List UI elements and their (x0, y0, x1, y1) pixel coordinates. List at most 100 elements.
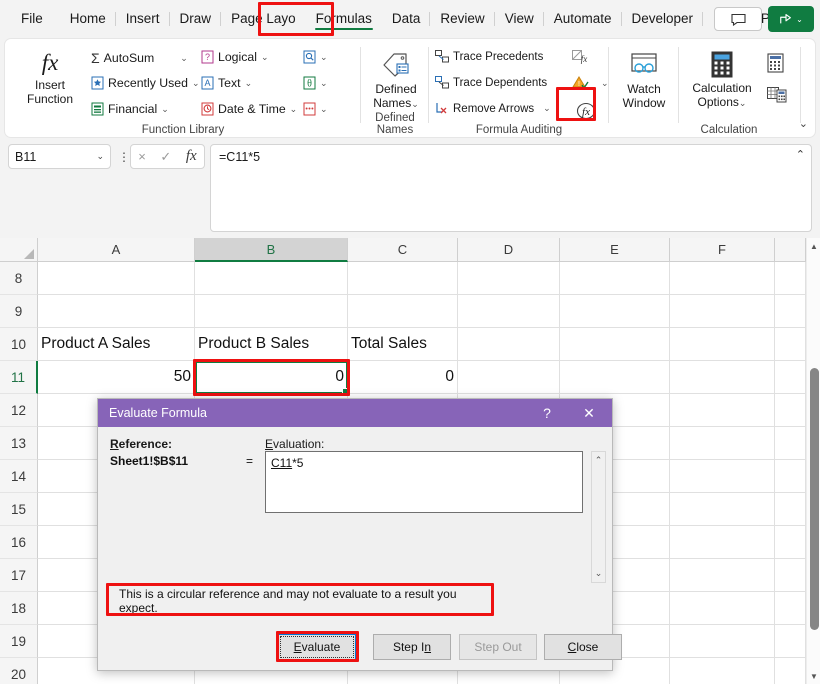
cell-D8[interactable] (458, 262, 560, 295)
cell-C8[interactable] (348, 262, 458, 295)
insert-function-icon[interactable]: fx (186, 148, 197, 165)
cell-A10[interactable]: Product A Sales (38, 328, 195, 361)
cell-F14[interactable] (670, 460, 775, 493)
cell-F15[interactable] (670, 493, 775, 526)
tab-view[interactable]: View (493, 6, 543, 32)
column-header-c[interactable]: C (348, 238, 458, 262)
cell-undefined17[interactable] (775, 559, 806, 592)
cell-undefined10[interactable] (775, 328, 806, 361)
tab-data[interactable]: Data (383, 6, 430, 32)
tab-draw[interactable]: Draw (168, 6, 221, 32)
cancel-icon[interactable]: × (138, 149, 146, 164)
show-formulas-button[interactable]: fx (572, 50, 589, 65)
tab-insert[interactable]: Insert (114, 6, 169, 32)
cell-undefined15[interactable] (775, 493, 806, 526)
name-box[interactable]: B11 ⌄ (8, 144, 111, 169)
more-functions-button[interactable]: ⌄ (303, 102, 328, 116)
cell-undefined20[interactable] (775, 658, 806, 684)
dialog-scroll-up-icon[interactable]: ⌃ (592, 453, 605, 468)
select-all-button[interactable] (0, 238, 38, 262)
tab-developer[interactable]: Developer (620, 6, 703, 32)
tab-automate[interactable]: Automate (542, 6, 621, 32)
vertical-scrollbar[interactable]: ▲ ▼ (806, 238, 820, 684)
cell-F10[interactable] (670, 328, 775, 361)
share-button[interactable]: ⌄ (768, 6, 814, 32)
cell-undefined13[interactable] (775, 427, 806, 460)
cell-undefined12[interactable] (775, 394, 806, 427)
cell-C11[interactable]: 0 (348, 361, 458, 394)
error-checking-button[interactable]: ! ⌄ (572, 76, 609, 91)
recently-used-button[interactable]: Recently Used ⌄ (91, 76, 200, 90)
column-header-b[interactable]: B (195, 238, 348, 262)
cell-F11[interactable] (670, 361, 775, 394)
scroll-up-arrow[interactable]: ▲ (807, 238, 820, 254)
dialog-scrollbar[interactable]: ⌃ ⌄ (591, 451, 606, 583)
cell-undefined14[interactable] (775, 460, 806, 493)
remove-arrows-button[interactable]: Remove Arrows ⌄ (435, 102, 551, 115)
row-header-15[interactable]: 15 (0, 493, 38, 526)
cell-C10[interactable]: Total Sales (348, 328, 458, 361)
trace-precedents-button[interactable]: Trace Precedents (435, 50, 543, 63)
collapse-ribbon-button[interactable]: ⌄ (799, 117, 808, 130)
cell-F9[interactable] (670, 295, 775, 328)
cell-E11[interactable] (560, 361, 670, 394)
defined-names-button[interactable]: Defined Names⌄ (363, 51, 429, 111)
comments-button[interactable] (714, 7, 762, 31)
cell-A9[interactable] (38, 295, 195, 328)
cell-F19[interactable] (670, 625, 775, 658)
row-header-12[interactable]: 12 (0, 394, 38, 427)
tab-file[interactable]: File (12, 6, 52, 32)
row-header-13[interactable]: 13 (0, 427, 38, 460)
row-header-9[interactable]: 9 (0, 295, 38, 328)
scrollbar-thumb[interactable] (810, 368, 819, 630)
cell-E9[interactable] (560, 295, 670, 328)
scroll-down-arrow[interactable]: ▼ (807, 668, 820, 684)
evaluation-box[interactable]: C11*5 (265, 451, 583, 513)
cell-D9[interactable] (458, 295, 560, 328)
cell-undefined8[interactable] (775, 262, 806, 295)
cell-B8[interactable] (195, 262, 348, 295)
column-header-f[interactable]: F (670, 238, 775, 262)
column-header-d[interactable]: D (458, 238, 560, 262)
cell-undefined16[interactable] (775, 526, 806, 559)
evaluate-button[interactable]: Evaluate (278, 634, 356, 660)
formula-input[interactable]: =C11*5 ⌃ (210, 144, 812, 232)
row-header-16[interactable]: 16 (0, 526, 38, 559)
row-header-18[interactable]: 18 (0, 592, 38, 625)
cell-D11[interactable] (458, 361, 560, 394)
dialog-close-button[interactable]: ✕ (572, 399, 606, 427)
cell-F17[interactable] (670, 559, 775, 592)
formula-bar-handle[interactable]: ⋮ (118, 150, 130, 164)
expand-formula-bar-icon[interactable]: ⌃ (796, 148, 805, 161)
cell-E10[interactable] (560, 328, 670, 361)
cell-A11[interactable]: 50 (38, 361, 195, 394)
row-header-8[interactable]: 8 (0, 262, 38, 295)
cell-D10[interactable] (458, 328, 560, 361)
cell-undefined19[interactable] (775, 625, 806, 658)
cell-F18[interactable] (670, 592, 775, 625)
math-trig-button[interactable]: θ ⌄ (303, 76, 328, 90)
tab-home[interactable]: Home (61, 6, 115, 32)
cell-undefined9[interactable] (775, 295, 806, 328)
calculation-options-button[interactable]: Calculation Options⌄ (683, 51, 761, 110)
lookup-reference-button[interactable]: ⌄ (303, 50, 328, 64)
enter-icon[interactable]: ✓ (160, 149, 171, 165)
row-header-20[interactable]: 20 (0, 658, 38, 684)
dialog-scroll-down-icon[interactable]: ⌄ (592, 566, 605, 581)
cell-undefined18[interactable] (775, 592, 806, 625)
cell-F8[interactable] (670, 262, 775, 295)
cell-F12[interactable] (670, 394, 775, 427)
column-header-g[interactable] (775, 238, 806, 262)
cell-F20[interactable] (670, 658, 775, 684)
calculate-sheet-button[interactable] (767, 85, 787, 103)
row-header-10[interactable]: 10 (0, 328, 38, 361)
tab-review[interactable]: Review (429, 6, 493, 32)
logical-button[interactable]: ? Logical ⌄ (201, 50, 269, 64)
cell-C9[interactable] (348, 295, 458, 328)
watch-window-button[interactable]: Watch Window (611, 53, 677, 110)
close-button[interactable]: Close (544, 634, 622, 660)
cell-F16[interactable] (670, 526, 775, 559)
step-in-button[interactable]: Step In (373, 634, 451, 660)
row-header-14[interactable]: 14 (0, 460, 38, 493)
cell-A8[interactable] (38, 262, 195, 295)
